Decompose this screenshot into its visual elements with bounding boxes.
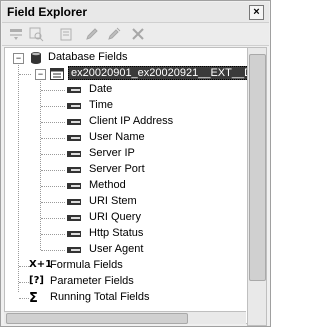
tree-line: [41, 154, 65, 155]
toolbar: [2, 23, 269, 46]
field-label: Server IP: [89, 147, 135, 159]
table-label: ex20020901_ex20020921__EXT__D: [68, 66, 247, 80]
new-field-icon[interactable]: [58, 26, 74, 42]
tree-line: [41, 218, 65, 219]
tree-line: [41, 170, 65, 171]
field-item[interactable]: Method: [5, 178, 245, 194]
tree-line: [41, 122, 65, 123]
field-item[interactable]: User Agent: [5, 242, 245, 258]
tree-line: [19, 74, 31, 75]
field-label: URI Stem: [89, 195, 137, 207]
horizontal-scrollbar[interactable]: [4, 311, 246, 324]
node-label: Formula Fields: [50, 259, 123, 271]
field-icon: [67, 119, 81, 125]
close-button[interactable]: ×: [249, 5, 264, 20]
rename-field-icon[interactable]: [106, 26, 122, 42]
field-item[interactable]: URI Stem: [5, 194, 245, 210]
field-label: Client IP Address: [89, 115, 174, 127]
field-label: Method: [89, 179, 126, 191]
tree-node-database-fields[interactable]: − Database Fields: [5, 50, 245, 66]
tree-line: [41, 234, 65, 235]
sigma-icon: Σ: [29, 291, 38, 306]
title-bar: Field Explorer ×: [2, 2, 269, 23]
tree-line: [41, 250, 65, 251]
field-item[interactable]: Server Port: [5, 162, 245, 178]
tree-line: [19, 266, 29, 267]
insert-field-icon[interactable]: [8, 26, 24, 42]
field-label: Server Port: [89, 163, 145, 175]
field-tree: − Database Fields − ex20020901_ex2002092…: [4, 47, 248, 324]
tree-line: [41, 138, 65, 139]
table-icon: [50, 68, 64, 80]
vertical-scroll-thumb[interactable]: [249, 54, 266, 281]
field-label: Date: [89, 83, 113, 95]
database-icon: [31, 52, 41, 64]
tree-line: [41, 90, 65, 91]
field-icon: [67, 167, 81, 173]
field-icon: [67, 215, 81, 221]
tree-node-parameter-fields[interactable]: [?] Parameter Fields: [5, 274, 245, 290]
field-item[interactable]: URI Query: [5, 210, 245, 226]
window-title: Field Explorer: [7, 5, 88, 19]
field-label: URI Query: [89, 211, 141, 223]
field-item[interactable]: Time: [5, 98, 245, 114]
field-explorer-panel: Field Explorer × − Database Fields − ex2…: [0, 0, 271, 327]
collapse-toggle[interactable]: −: [35, 69, 46, 80]
browse-field-icon[interactable]: [28, 26, 44, 42]
field-item[interactable]: Server IP: [5, 146, 245, 162]
field-item[interactable]: Date: [5, 82, 245, 98]
tree-line: [41, 106, 65, 107]
tree-line: [19, 298, 29, 299]
field-icon: [67, 151, 81, 157]
horizontal-scroll-thumb[interactable]: [6, 313, 188, 324]
formula-icon: X+1: [29, 259, 53, 270]
field-icon: [67, 87, 81, 93]
tree-node-table[interactable]: − ex20020901_ex20020921__EXT__D: [5, 66, 247, 82]
field-label: Time: [89, 99, 114, 111]
field-icon: [67, 231, 81, 237]
tree-node-running-total-fields[interactable]: Σ Running Total Fields: [5, 290, 245, 306]
field-icon: [67, 103, 81, 109]
tree-line: [19, 282, 29, 283]
field-label: Http Status: [89, 227, 144, 239]
field-item[interactable]: User Name: [5, 130, 245, 146]
node-label: Running Total Fields: [50, 291, 150, 303]
field-icon: [67, 199, 81, 205]
collapse-toggle[interactable]: −: [13, 53, 24, 64]
delete-icon[interactable]: [130, 26, 146, 42]
tree-line: [41, 202, 65, 203]
field-label: User Agent: [89, 243, 144, 255]
field-item[interactable]: Client IP Address: [5, 114, 245, 130]
field-label: User Name: [89, 131, 145, 143]
field-icon: [67, 135, 81, 141]
field-icon: [67, 183, 81, 189]
tree-node-formula-fields[interactable]: X+1 Formula Fields: [5, 258, 245, 274]
field-item[interactable]: Http Status: [5, 226, 245, 242]
node-label: Parameter Fields: [50, 275, 134, 287]
tree-line: [41, 186, 65, 187]
parameter-icon: [?]: [29, 275, 44, 286]
database-fields-label: Database Fields: [48, 51, 128, 63]
edit-field-icon[interactable]: [84, 26, 100, 42]
vertical-scrollbar[interactable]: [247, 47, 267, 326]
field-icon: [67, 247, 81, 253]
